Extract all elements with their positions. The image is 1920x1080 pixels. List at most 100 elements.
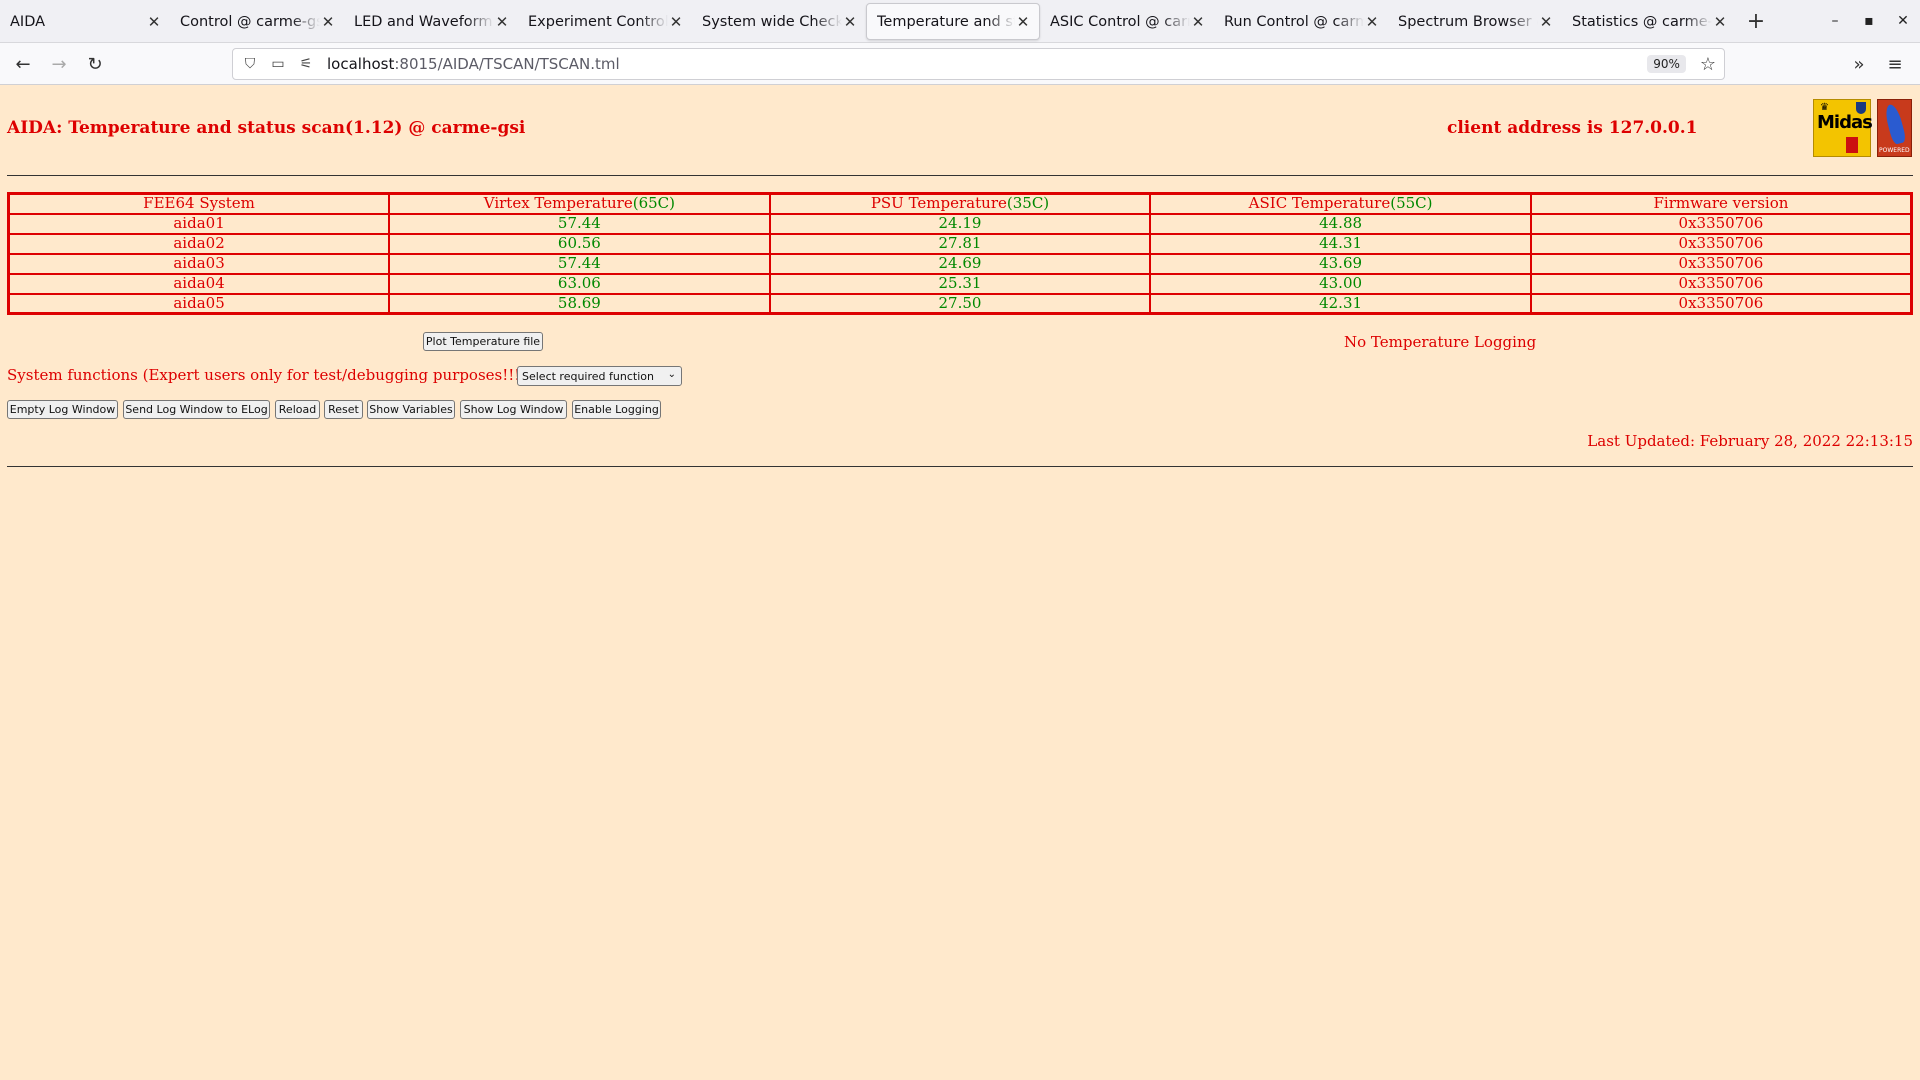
cell-psu: 27.50 <box>768 292 1152 315</box>
tab-label: ASIC Control @ carm <box>1050 13 1190 30</box>
tcl-logo-text: POWERED <box>1879 147 1910 154</box>
cell-virtex: 63.06 <box>388 272 771 295</box>
browser-tab[interactable]: ASIC Control @ carm ✕ <box>1040 0 1214 43</box>
tab-label: LED and Waveform ca <box>354 13 494 30</box>
cell-asic: 42.31 <box>1149 292 1532 315</box>
tab-label: AIDA <box>10 13 46 30</box>
client-address: client address is 127.0.0.1 <box>1447 118 1698 138</box>
zoom-indicator[interactable]: 90% <box>1647 55 1686 73</box>
tab-close-icon[interactable]: ✕ <box>494 13 510 31</box>
reload-icon[interactable]: ↻ <box>82 51 108 77</box>
back-icon[interactable]: ← <box>10 51 36 77</box>
header-virtex-label: Virtex Temperature <box>483 194 633 213</box>
tab-close-icon[interactable]: ✕ <box>668 13 684 31</box>
cell-system: aida01 <box>7 212 391 235</box>
table-row: aida02 60.56 27.81 44.31 0x3350706 <box>7 232 1913 255</box>
divider-bottom <box>7 466 1913 467</box>
page-title: AIDA: Temperature and status scan(1.12) … <box>7 118 526 138</box>
maximize-icon[interactable]: ▪ <box>1852 0 1886 42</box>
cell-firmware: 0x3350706 <box>1529 292 1913 315</box>
tab-close-icon[interactable]: ✕ <box>1538 13 1554 31</box>
forward-icon[interactable]: → <box>46 51 72 77</box>
cell-psu: 24.19 <box>768 212 1152 235</box>
reset-button[interactable]: Reset <box>324 400 363 419</box>
empty-log-window-button[interactable]: Empty Log Window <box>7 400 118 419</box>
url-bar[interactable]: ⛉ ▭ ⚟ localhost:8015/AIDA/TSCAN/TSCAN.tm… <box>232 48 1725 80</box>
plot-temperature-file-button[interactable]: Plot Temperature file <box>423 332 543 351</box>
tab-close-icon[interactable]: ✕ <box>1712 13 1728 31</box>
tab-label: System wide Checks @ <box>702 13 842 30</box>
browser-tab[interactable]: System wide Checks @ ✕ <box>692 0 866 43</box>
close-window-icon[interactable]: ✕ <box>1886 0 1920 42</box>
cell-virtex: 60.56 <box>388 232 771 255</box>
hamburger-menu-icon[interactable]: ≡ <box>1882 51 1908 77</box>
cell-system: aida02 <box>7 232 391 255</box>
midas-logo-text: Midas <box>1817 112 1873 133</box>
tab-label: Run Control @ carme <box>1224 13 1364 30</box>
cell-firmware: 0x3350706 <box>1529 272 1913 295</box>
header-asic-limit: (55C) <box>1390 194 1433 213</box>
header-firmware-version: Firmware version <box>1529 192 1913 215</box>
table-row: aida01 57.44 24.19 44.88 0x3350706 <box>7 212 1913 235</box>
cell-asic: 43.69 <box>1149 252 1532 275</box>
url-path: :8015/AIDA/TSCAN/TSCAN.tml <box>394 55 620 73</box>
page-content: AIDA: Temperature and status scan(1.12) … <box>0 86 1920 1080</box>
tab-label: Experiment Control @ <box>528 13 668 30</box>
feather-icon <box>1883 102 1907 146</box>
chevron-down-icon: ⌄ <box>667 369 676 380</box>
tab-close-icon[interactable]: ✕ <box>1190 13 1206 31</box>
system-functions-label: System functions (Expert users only for … <box>7 366 527 384</box>
browser-tab[interactable]: Statistics @ carme-g ✕ <box>1562 0 1736 43</box>
header-fee64-system: FEE64 System <box>7 192 391 215</box>
header-psu-label: PSU Temperature <box>870 194 1007 213</box>
tab-close-icon[interactable]: ✕ <box>1015 13 1031 31</box>
tcl-powered-logo[interactable]: POWERED <box>1877 99 1912 157</box>
browser-tab[interactable]: Experiment Control @ ✕ <box>518 0 692 43</box>
tab-close-icon[interactable]: ✕ <box>146 13 162 31</box>
url-text[interactable]: localhost:8015/AIDA/TSCAN/TSCAN.tml <box>327 55 1647 73</box>
header-virtex-limit: (65C) <box>632 194 675 213</box>
cell-virtex: 58.69 <box>388 292 771 315</box>
tab-close-icon[interactable]: ✕ <box>842 13 858 31</box>
overflow-menu-icon[interactable]: » <box>1846 51 1872 77</box>
new-tab-icon[interactable]: + <box>1736 0 1776 42</box>
browser-tab[interactable]: Spectrum Browser @ ✕ <box>1388 0 1562 43</box>
permissions-icon[interactable]: ⚟ <box>295 56 317 72</box>
function-select[interactable]: Select required function ⌄ <box>517 366 682 386</box>
cell-asic: 43.00 <box>1149 272 1532 295</box>
midas-logo[interactable]: ♛ Midas <box>1813 99 1873 157</box>
page-icon[interactable]: ▭ <box>267 56 289 72</box>
header-virtex-temperature: Virtex Temperature(65C) <box>388 192 771 215</box>
browser-tab[interactable]: Control @ carme-gsi ✕ <box>170 0 344 43</box>
shield-icon[interactable]: ⛉ <box>239 56 261 72</box>
cell-system: aida05 <box>7 292 391 315</box>
cell-system: aida03 <box>7 252 391 275</box>
enable-logging-button[interactable]: Enable Logging <box>572 400 661 419</box>
reload-button[interactable]: Reload <box>275 400 320 419</box>
browser-tab[interactable]: Run Control @ carme ✕ <box>1214 0 1388 43</box>
tab-label: Temperature and stat <box>877 13 1015 30</box>
tab-label: Control @ carme-gsi <box>180 13 320 30</box>
table-row: aida03 57.44 24.69 43.69 0x3350706 <box>7 252 1913 275</box>
show-log-window-button[interactable]: Show Log Window <box>460 400 567 419</box>
temperature-status-table: FEE64 System Virtex Temperature(65C) PSU… <box>7 192 1913 315</box>
cell-system: aida04 <box>7 272 391 295</box>
table-row: aida04 63.06 25.31 43.00 0x3350706 <box>7 272 1913 295</box>
tab-close-icon[interactable]: ✕ <box>320 13 336 31</box>
send-log-window-to-elog-button[interactable]: Send Log Window to ELog <box>123 400 270 419</box>
show-variables-button[interactable]: Show Variables <box>367 400 455 419</box>
header-psu-limit: (35C) <box>1006 194 1050 213</box>
minimize-icon[interactable]: – <box>1818 0 1852 42</box>
cell-psu: 27.81 <box>768 232 1152 255</box>
header-asic-label: ASIC Temperature <box>1248 194 1391 213</box>
cell-firmware: 0x3350706 <box>1529 252 1913 275</box>
cell-firmware: 0x3350706 <box>1529 212 1913 235</box>
bookmark-star-icon[interactable]: ☆ <box>1700 54 1716 75</box>
browser-nav-bar: ← → ↻ ⛉ ▭ ⚟ localhost:8015/AIDA/TSCAN/TS… <box>0 43 1920 85</box>
browser-tab[interactable]: AIDA ✕ <box>0 0 170 43</box>
browser-tab[interactable]: LED and Waveform ca ✕ <box>344 0 518 43</box>
tab-close-icon[interactable]: ✕ <box>1364 13 1380 31</box>
divider-top <box>7 175 1913 176</box>
browser-tab-active[interactable]: Temperature and stat ✕ <box>866 3 1040 40</box>
cell-asic: 44.31 <box>1149 232 1532 255</box>
